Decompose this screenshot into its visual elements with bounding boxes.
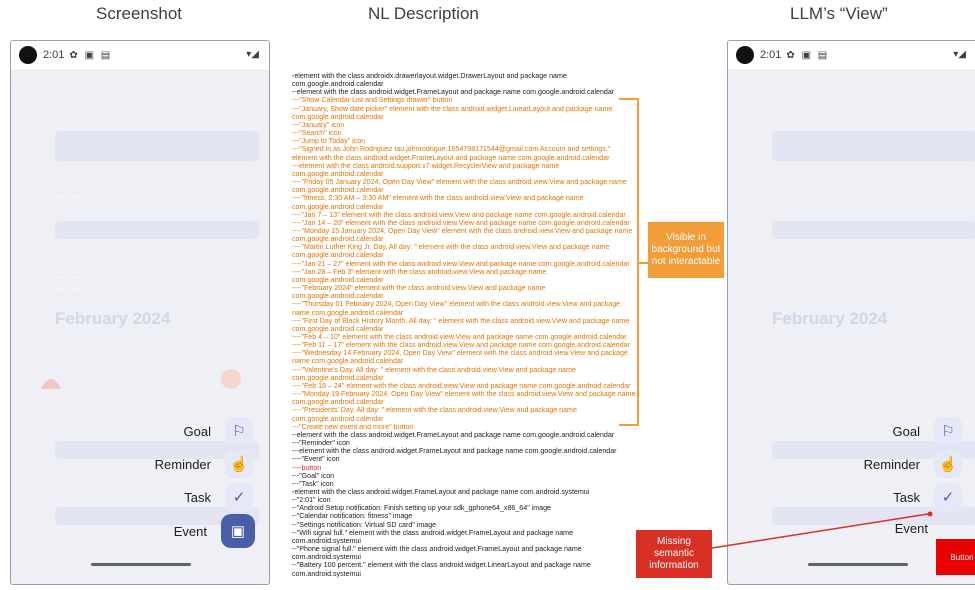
arrow-icon xyxy=(711,511,933,549)
